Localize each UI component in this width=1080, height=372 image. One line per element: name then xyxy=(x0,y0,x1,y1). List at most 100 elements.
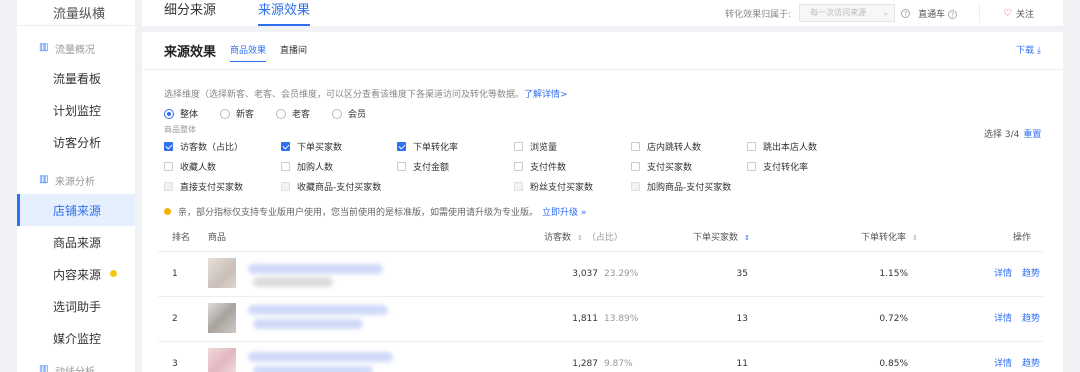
header-buyers[interactable]: 下单买家数 ⇕ xyxy=(693,224,750,252)
radio-overall[interactable]: 整体 xyxy=(164,107,198,120)
metric-checkbox[interactable]: 加购人数 xyxy=(281,160,333,173)
sidebar-item-media-monitor[interactable]: 媒介监控 xyxy=(17,322,135,354)
follow-label: 关注 xyxy=(1015,9,1034,20)
metric-label: 支付金额 xyxy=(413,163,450,173)
tab-source-effect[interactable]: 来源效果 xyxy=(258,0,311,26)
notice-text: 亲，部分指标仅支持专业版用户使用，您当前使用的是标准版，如需使用请升级为专业版。 xyxy=(178,208,539,218)
reset-button[interactable]: 重置 xyxy=(1023,130,1041,140)
checkbox-box xyxy=(747,142,756,151)
metric-label: 支付件数 xyxy=(530,163,567,173)
dimension-description: 选择维度（选择新客、老客、会员维度，可以区分查看该维度下各渠道访问及转化等数据。… xyxy=(164,87,568,100)
attribution-select[interactable]: 每一次访问来源 ⌄ xyxy=(799,4,896,22)
sidebar-item-visitor-analysis[interactable]: 访客分析 xyxy=(17,126,135,158)
upgrade-link[interactable]: 立即升级 » xyxy=(542,205,586,218)
sidebar-item-keyword-helper[interactable]: 选词助手 xyxy=(17,290,135,322)
sidebar-title[interactable]: 流量纵横 xyxy=(17,0,135,26)
details-link[interactable]: 详情 xyxy=(994,359,1012,369)
follow-button[interactable]: ♡ 关注 xyxy=(979,3,1057,23)
conversion-cell: 1.15% xyxy=(879,269,908,279)
tab-live-room[interactable]: 直播间 xyxy=(280,32,307,70)
metric-checkbox[interactable]: 浏览量 xyxy=(514,140,557,153)
tab-product-effect[interactable]: 商品效果 xyxy=(230,32,267,70)
table-row: 2 1,811 13.89% 13 0.72% 详情 趋势 xyxy=(158,297,1043,342)
metric-label: 访客数（占比） xyxy=(180,143,244,153)
checkbox-box xyxy=(281,142,290,151)
metric-group-label: 商品整体 xyxy=(164,125,196,134)
share-cell: 13.89% xyxy=(604,314,639,324)
radio-circle xyxy=(276,108,287,119)
ztc-label: 直通车 xyxy=(918,9,946,20)
metric-label: 支付转化率 xyxy=(763,163,809,173)
table-row: 3 1,287 9.87% 11 0.85% 详情 趋势 xyxy=(158,342,1043,372)
download-button[interactable]: 下载 ⤓ xyxy=(1016,32,1041,70)
sidebar-group-label: 流量概况 xyxy=(55,44,95,56)
trend-link[interactable]: 趋势 xyxy=(1022,359,1040,369)
product-title-blurred[interactable] xyxy=(248,305,388,315)
details-link[interactable]: 详情 xyxy=(994,269,1012,279)
trend-link[interactable]: 趋势 xyxy=(1022,314,1040,324)
checkbox-box xyxy=(281,162,290,171)
metric-checkbox[interactable]: 店内跳转人数 xyxy=(631,140,701,153)
product-thumbnail[interactable] xyxy=(208,258,236,288)
metric-checkbox[interactable]: 跳出本店人数 xyxy=(747,140,817,153)
radio-member[interactable]: 会员 xyxy=(332,107,366,120)
rank-cell: 3 xyxy=(172,359,178,369)
sidebar: 流量纵横 ▥ 流量概况 流量看板 计划监控 访客分析 ▥ 来源分析 店铺来源 商… xyxy=(17,0,135,372)
tab-detail-source[interactable]: 细分来源 xyxy=(164,0,216,26)
buyers-cell: 13 xyxy=(736,314,748,324)
sidebar-item-shop-source[interactable]: 店铺来源 xyxy=(17,194,135,226)
sidebar-group-label: 动线分析 xyxy=(55,366,95,372)
header-conversion-label: 下单转化率 xyxy=(861,233,907,243)
metric-checkbox[interactable]: 支付金额 xyxy=(397,160,449,173)
metric-checkbox[interactable]: 支付转化率 xyxy=(747,160,808,173)
metric-checkbox-disabled: 加购商品-支付买家数 xyxy=(631,180,731,193)
buyers-cell: 11 xyxy=(736,359,748,369)
selected-count-text: 选择 3/4 xyxy=(984,130,1020,140)
metric-checkbox[interactable]: 支付件数 xyxy=(514,160,566,173)
heart-icon: ♡ xyxy=(1003,7,1012,19)
sidebar-item-product-source[interactable]: 商品来源 xyxy=(17,226,135,258)
metric-label: 收藏商品-支付买家数 xyxy=(297,183,382,193)
sidebar-item-content-source[interactable]: 内容来源 xyxy=(17,258,135,290)
sidebar-item-label: 内容来源 xyxy=(53,267,102,282)
metric-checkbox-disabled: 直接支付买家数 xyxy=(164,180,243,193)
metric-checkbox[interactable]: 下单买家数 xyxy=(281,140,342,153)
metric-checkbox[interactable]: 下单转化率 xyxy=(397,140,458,153)
buyers-cell: 35 xyxy=(736,269,748,279)
metric-checkbox[interactable]: 支付买家数 xyxy=(631,160,692,173)
checkbox-box xyxy=(631,162,640,171)
product-subtitle-blurred xyxy=(253,319,363,329)
details-link[interactable]: 详情 xyxy=(994,314,1012,324)
metric-label: 店内跳转人数 xyxy=(647,143,702,153)
sidebar-item-traffic-board[interactable]: 流量看板 xyxy=(17,62,135,94)
learn-more-link[interactable]: 了解详情> xyxy=(524,90,568,100)
radio-new-customer[interactable]: 新客 xyxy=(220,107,254,120)
radio-old-customer[interactable]: 老客 xyxy=(276,107,310,120)
metric-checkbox[interactable]: 收藏人数 xyxy=(164,160,216,173)
row-actions: 详情 趋势 xyxy=(994,252,1040,297)
product-title-blurred[interactable] xyxy=(248,352,393,362)
sidebar-item-plan-monitor[interactable]: 计划监控 xyxy=(17,94,135,126)
product-title-blurred[interactable] xyxy=(248,264,383,274)
sidebar-group-flow-analysis: ▥ 动线分析 xyxy=(17,356,135,372)
product-thumbnail[interactable] xyxy=(208,303,236,333)
checkbox-box xyxy=(747,162,756,171)
sidebar-group-traffic-overview: ▥ 流量概况 xyxy=(17,34,135,62)
radio-label: 会员 xyxy=(348,110,367,120)
dimension-text: 选择维度（选择新客、老客、会员维度，可以区分查看该维度下各渠道访问及转化等数据。 xyxy=(164,90,525,100)
question-icon[interactable]: ? xyxy=(901,8,911,18)
header-actions: 操作 xyxy=(1013,233,1032,243)
header-visitors[interactable]: 访客数 ⇕ （占比） xyxy=(544,224,623,252)
header-conversion[interactable]: 下单转化率 ⇕ xyxy=(861,224,918,252)
header-visitors-label: 访客数 xyxy=(544,233,572,243)
checkbox-box xyxy=(631,142,640,151)
metric-label: 浏览量 xyxy=(530,143,558,153)
header-rank: 排名 xyxy=(172,233,191,243)
ztc-link[interactable]: 直通车 ? xyxy=(918,7,957,20)
visitors-cell: 1,811 xyxy=(572,314,598,324)
trend-link[interactable]: 趋势 xyxy=(1022,269,1040,279)
metric-checkbox[interactable]: 访客数（占比） xyxy=(164,140,243,153)
metric-label: 加购人数 xyxy=(297,163,334,173)
product-thumbnail[interactable] xyxy=(208,348,236,372)
chart-icon: ▥ xyxy=(39,364,49,372)
